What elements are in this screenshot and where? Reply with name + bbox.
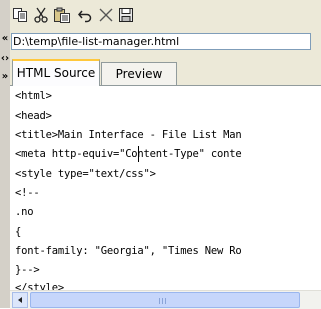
code-line: <html> xyxy=(15,90,52,102)
code-line: font-family: "Georgia", "Times New Ro xyxy=(15,245,242,257)
copy-icon xyxy=(13,8,27,22)
swap-panels-icon[interactable]: ‹› xyxy=(0,54,10,64)
undo-button[interactable] xyxy=(76,6,94,24)
undo-icon xyxy=(78,10,92,23)
code-line: <title>Main Interface - File List Man xyxy=(15,129,242,141)
collapse-left-icon[interactable]: « xyxy=(0,34,10,44)
paste-icon xyxy=(54,7,70,23)
save-icon xyxy=(119,8,133,22)
code-line: <!-- xyxy=(15,187,40,199)
code-line: <style type="text/css"> xyxy=(15,168,156,180)
code-line: { xyxy=(15,226,22,238)
chevron-left-icon xyxy=(18,297,22,303)
cut-button[interactable] xyxy=(32,6,50,24)
grip-line xyxy=(159,298,160,304)
scroll-left-button[interactable] xyxy=(12,292,28,308)
delete-button[interactable] xyxy=(97,6,115,24)
editor-panel: D:\temp\file-list-manager.html HTML Sour… xyxy=(10,0,321,309)
save-button[interactable] xyxy=(117,6,135,24)
tab-html-source[interactable]: HTML Source xyxy=(12,59,100,86)
text-caret xyxy=(138,146,139,162)
grip-line xyxy=(162,298,163,304)
code-line: <head> xyxy=(15,110,52,122)
copy-button[interactable] xyxy=(11,6,29,24)
scrollbar-thumb[interactable] xyxy=(30,292,300,308)
tab-bar: HTML Source Preview xyxy=(10,56,321,86)
expand-right-icon[interactable]: » xyxy=(0,72,10,82)
grip-line xyxy=(165,298,166,304)
side-strip: « ‹› » xyxy=(0,0,10,308)
tab-preview[interactable]: Preview xyxy=(101,62,177,85)
code-line: .no xyxy=(15,206,34,218)
cut-icon xyxy=(34,7,48,23)
file-path-field[interactable]: D:\temp\file-list-manager.html xyxy=(11,33,311,50)
delete-icon xyxy=(99,8,113,22)
toolbar xyxy=(10,0,321,30)
horizontal-scrollbar[interactable] xyxy=(10,290,321,309)
code-line: <meta http-equiv="Content-Type" conte xyxy=(15,148,242,160)
code-line: }--> xyxy=(15,264,40,276)
paste-button[interactable] xyxy=(53,6,71,24)
